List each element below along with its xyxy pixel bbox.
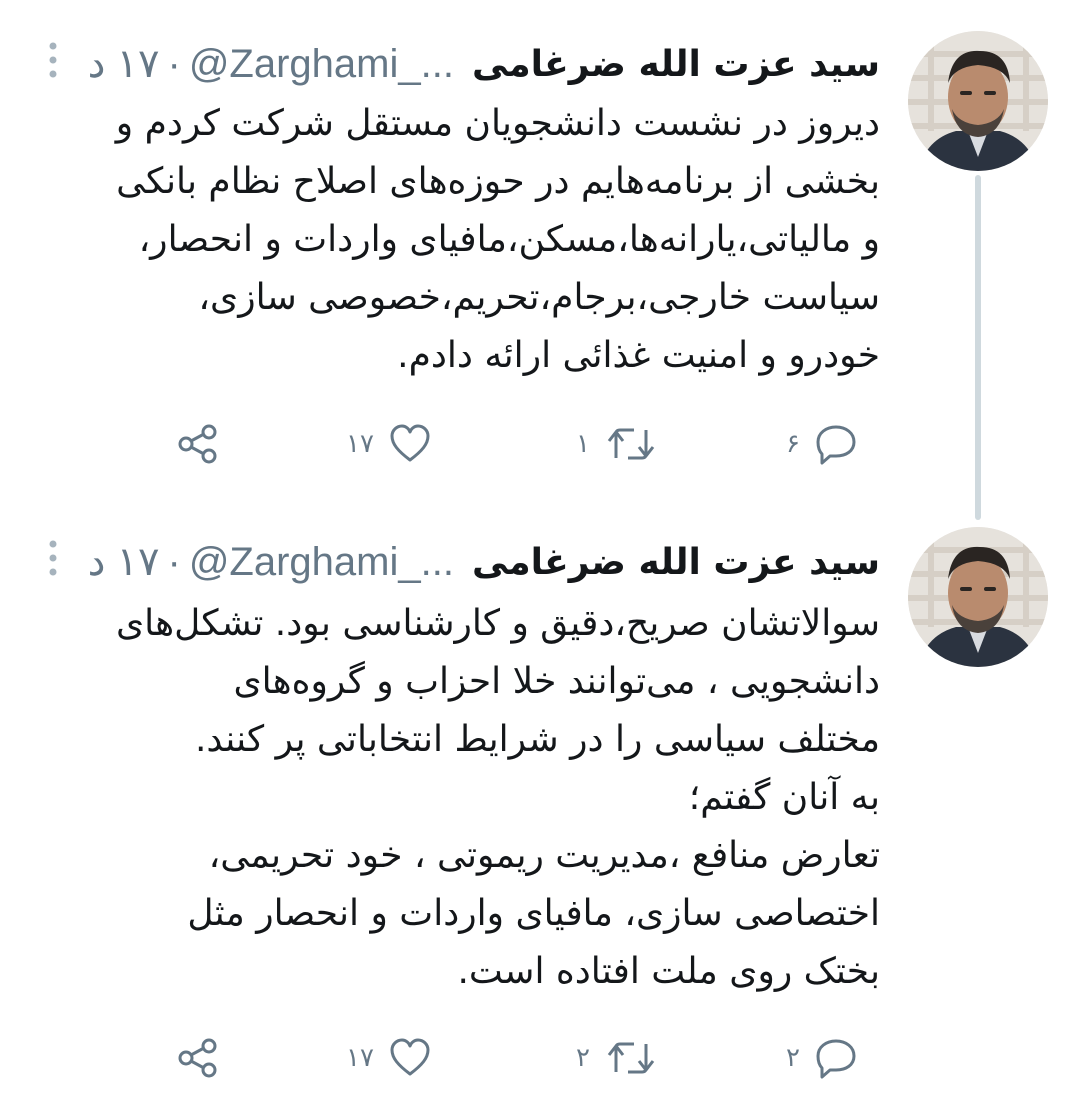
tweet-header: سید عزت الله ضرغامی @Zarghami_... · ۱۷ د (40, 34, 880, 94)
share-button[interactable] (176, 414, 220, 474)
retweet-button[interactable]: ۲ (576, 1028, 658, 1088)
avatar-photo (908, 527, 1048, 667)
avatar[interactable] (908, 31, 1048, 171)
tweet-time[interactable]: ۱۷ د (88, 539, 160, 585)
avatar[interactable] (908, 527, 1048, 667)
tweet-actions: ۱۷ ۲ ۲ (176, 1028, 880, 1088)
like-button[interactable]: ۱۷ (346, 414, 432, 474)
reply-button[interactable]: ۶ (786, 414, 858, 474)
tweet-time[interactable]: ۱۷ د (88, 41, 160, 87)
like-count: ۱۷ (346, 1043, 374, 1073)
share-icon (178, 1038, 217, 1078)
tweet[interactable]: سید عزت الله ضرغامی @Zarghami_... · ۱۷ د… (0, 500, 1080, 1107)
reply-icon (816, 1039, 856, 1079)
reply-count: ۲ (786, 1043, 800, 1073)
author-handle[interactable]: @Zarghami_... (189, 42, 454, 87)
tweet[interactable]: سید عزت الله ضرغامی @Zarghami_... · ۱۷ د… (0, 0, 1080, 520)
reply-icon (816, 425, 856, 465)
more-vertical-icon[interactable] (46, 40, 60, 80)
separator-dot: · (167, 539, 181, 584)
separator-dot: · (167, 41, 181, 86)
author-handle[interactable]: @Zarghami_... (189, 540, 454, 585)
reply-count: ۶ (786, 429, 800, 459)
author-name[interactable]: سید عزت الله ضرغامی (472, 542, 880, 583)
share-button[interactable] (176, 1028, 220, 1088)
avatar-photo (908, 31, 1048, 171)
like-count: ۱۷ (346, 429, 374, 459)
reply-button[interactable]: ۲ (786, 1028, 858, 1088)
retweet-icon (607, 1042, 655, 1074)
share-icon (178, 424, 217, 464)
retweet-button[interactable]: ۱ (576, 414, 658, 474)
retweet-count: ۱ (576, 429, 590, 459)
author-name[interactable]: سید عزت الله ضرغامی (472, 44, 880, 85)
tweet-actions: ۱۷ ۱ ۶ (176, 414, 880, 474)
thread-connector (975, 175, 981, 520)
tweet-text: دیروز در نشست دانشجویان مستقل شرکت کردم … (115, 103, 880, 376)
tweet-text: سوالاتشان صریح،دقیق و کارشناسی بود. تشکل… (115, 603, 880, 992)
retweet-count: ۲ (576, 1043, 590, 1073)
more-vertical-icon[interactable] (46, 538, 60, 578)
heart-icon (390, 1038, 430, 1076)
heart-icon (390, 424, 430, 462)
retweet-icon (607, 428, 655, 460)
tweet-header: سید عزت الله ضرغامی @Zarghami_... · ۱۷ د (40, 532, 880, 592)
like-button[interactable]: ۱۷ (346, 1028, 432, 1088)
